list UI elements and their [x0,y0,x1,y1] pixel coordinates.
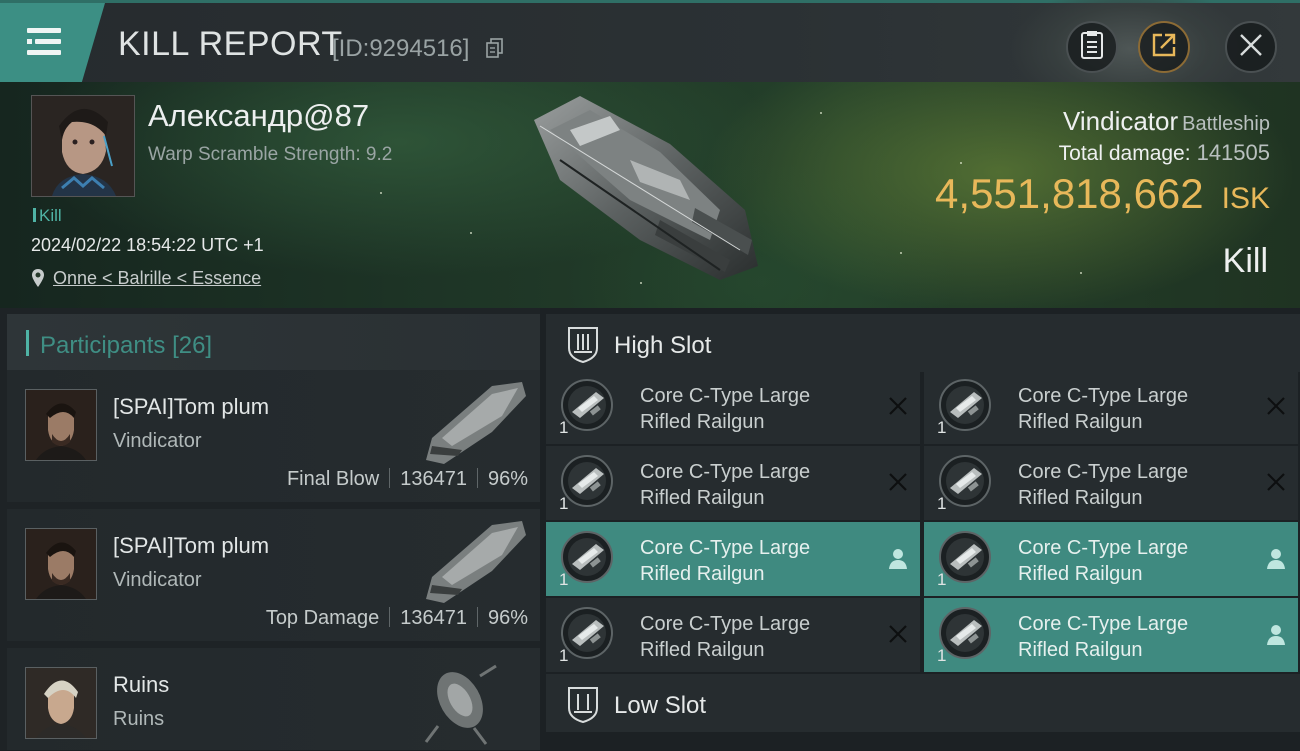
close-icon [1238,32,1264,63]
module-name: Core C-Type Large Rifled Railgun [1018,461,1189,509]
warp-scramble-strength: Warp Scramble Strength: 9.2 [148,144,393,165]
participant-percent: 96% [487,607,528,629]
participant-ship: Vindicator [113,569,202,591]
total-damage: Total damage: 141505 [1058,140,1270,165]
participant-stats: Final Blow 136471 96% [287,468,528,491]
copy-icon[interactable] [486,38,504,63]
destroyed-x-icon [888,624,908,649]
destroyed-x-icon [1266,472,1286,497]
clipboard-button[interactable] [1066,21,1118,73]
high-slot-header: High Slot [546,314,1300,372]
module-quantity: 1 [937,494,947,513]
kill-result: Kill [1222,242,1268,280]
module-item[interactable]: 1 Core C-Type Large Rifled Railgun [924,522,1298,596]
background-planet [1010,0,1250,93]
kill-datetime: 2024/02/22 18:54:22 UTC +1 [31,235,264,255]
participant-damage: 136471 [400,607,467,629]
participant-ship-image [422,376,532,473]
dropped-person-icon [1266,624,1286,651]
participant-ship: Ruins [113,708,165,730]
victim-ship-name: Vindicator Battleship [1063,106,1270,136]
module-name: Core C-Type Large Rifled Railgun [1018,385,1189,433]
module-item[interactable]: 1 Core C-Type Large Rifled Railgun [924,370,1298,444]
participants-header[interactable]: Participants [26] [7,314,540,370]
high-slot-icon [566,326,600,369]
module-quantity: 1 [559,494,569,513]
module-item[interactable]: 1 Core C-Type Large Rifled Railgun [546,522,920,596]
destroyed-x-icon [1266,396,1286,421]
fitting-panel: High Slot 1 Core C-Type Large Rifled Railg… [540,308,1300,750]
participant-role: Final Blow [286,468,380,490]
participant-card[interactable]: [SPAI]Tom plum Vindicator Final Blow 1364… [7,370,540,502]
share-icon [1150,31,1178,64]
low-slot-label: Low Slot [614,692,707,719]
victim-ship-image [520,90,770,295]
participant-card[interactable]: Ruins Ruins [7,648,540,750]
module-name: Core C-Type Large Rifled Railgun [1018,613,1189,661]
low-slot-header: Low Slot [546,674,1300,732]
participant-stats: Top Damage 136471 96% [266,607,528,630]
participant-card[interactable]: [SPAI]Tom plum Vindicator Top Damage 1364… [7,509,540,641]
module-name: Core C-Type Large Rifled Railgun [1018,537,1189,585]
clipboard-icon [1079,30,1105,65]
kill-tag: Kill [33,206,62,226]
participant-name: [SPAI]Tom plum [113,394,270,419]
participant-percent: 96% [487,468,528,490]
module-quantity: 1 [937,418,947,437]
close-button[interactable] [1225,21,1277,73]
page-title: KILL REPORT [118,25,343,63]
module-name: Core C-Type Large Rifled Railgun [640,385,811,433]
participant-avatar [25,389,97,461]
kill-location-link[interactable]: Onne < Balrille < Essence [53,268,261,289]
participant-name: Ruins [113,672,170,697]
module-quantity: 1 [559,418,569,437]
module-quantity: 1 [559,646,569,665]
module-name: Core C-Type Large Rifled Railgun [640,461,811,509]
module-item[interactable]: 1 Core C-Type Large Rifled Railgun [546,370,920,444]
module-name: Core C-Type Large Rifled Railgun [640,537,811,585]
module-quantity: 1 [559,570,569,589]
participant-ship: Vindicator [113,430,202,452]
module-item[interactable]: 1 Core C-Type Large Rifled Railgun [546,446,920,520]
module-item[interactable]: 1 Core C-Type Large Rifled Railgun [546,598,920,672]
low-slot-icon [566,686,600,729]
menu-button[interactable] [0,3,105,82]
victim-name: Александр@87 [148,98,370,133]
share-button[interactable] [1138,21,1190,73]
module-quantity: 1 [937,570,947,589]
module-name: Core C-Type Large Rifled Railgun [640,613,811,661]
victim-avatar[interactable] [31,95,135,197]
module-item[interactable]: 1 Core C-Type Large Rifled Railgun [924,446,1298,520]
high-slot-label: High Slot [614,332,712,359]
dropped-person-icon [1266,548,1286,575]
module-quantity: 1 [937,646,947,665]
destroyed-x-icon [888,396,908,421]
participant-ship-image [420,656,500,751]
destroyed-x-icon [888,472,908,497]
top-bar: KILL REPORT [ID:9294516] [0,0,1300,93]
dropped-person-icon [888,548,908,575]
isk-value: 4,551,818,662 ISK [935,170,1270,217]
participant-ship-image [422,515,532,612]
participants-count: [26] [172,332,213,359]
location-pin-icon [31,268,45,293]
victim-panel: Александр@87 Warp Scramble Strength: 9.2… [0,82,1300,308]
report-id: [ID:9294516] [332,35,470,62]
participant-role: Top Damage [265,607,380,629]
participant-avatar [25,528,97,600]
participant-damage: 136471 [400,468,467,490]
module-item[interactable]: 1 Core C-Type Large Rifled Railgun [924,598,1298,672]
participant-name: [SPAI]Tom plum [113,533,270,558]
participant-avatar [25,667,97,739]
participants-label: Participants [40,332,166,359]
participants-panel: Participants [26] [SPAI]Tom plum Vindica… [0,308,540,750]
